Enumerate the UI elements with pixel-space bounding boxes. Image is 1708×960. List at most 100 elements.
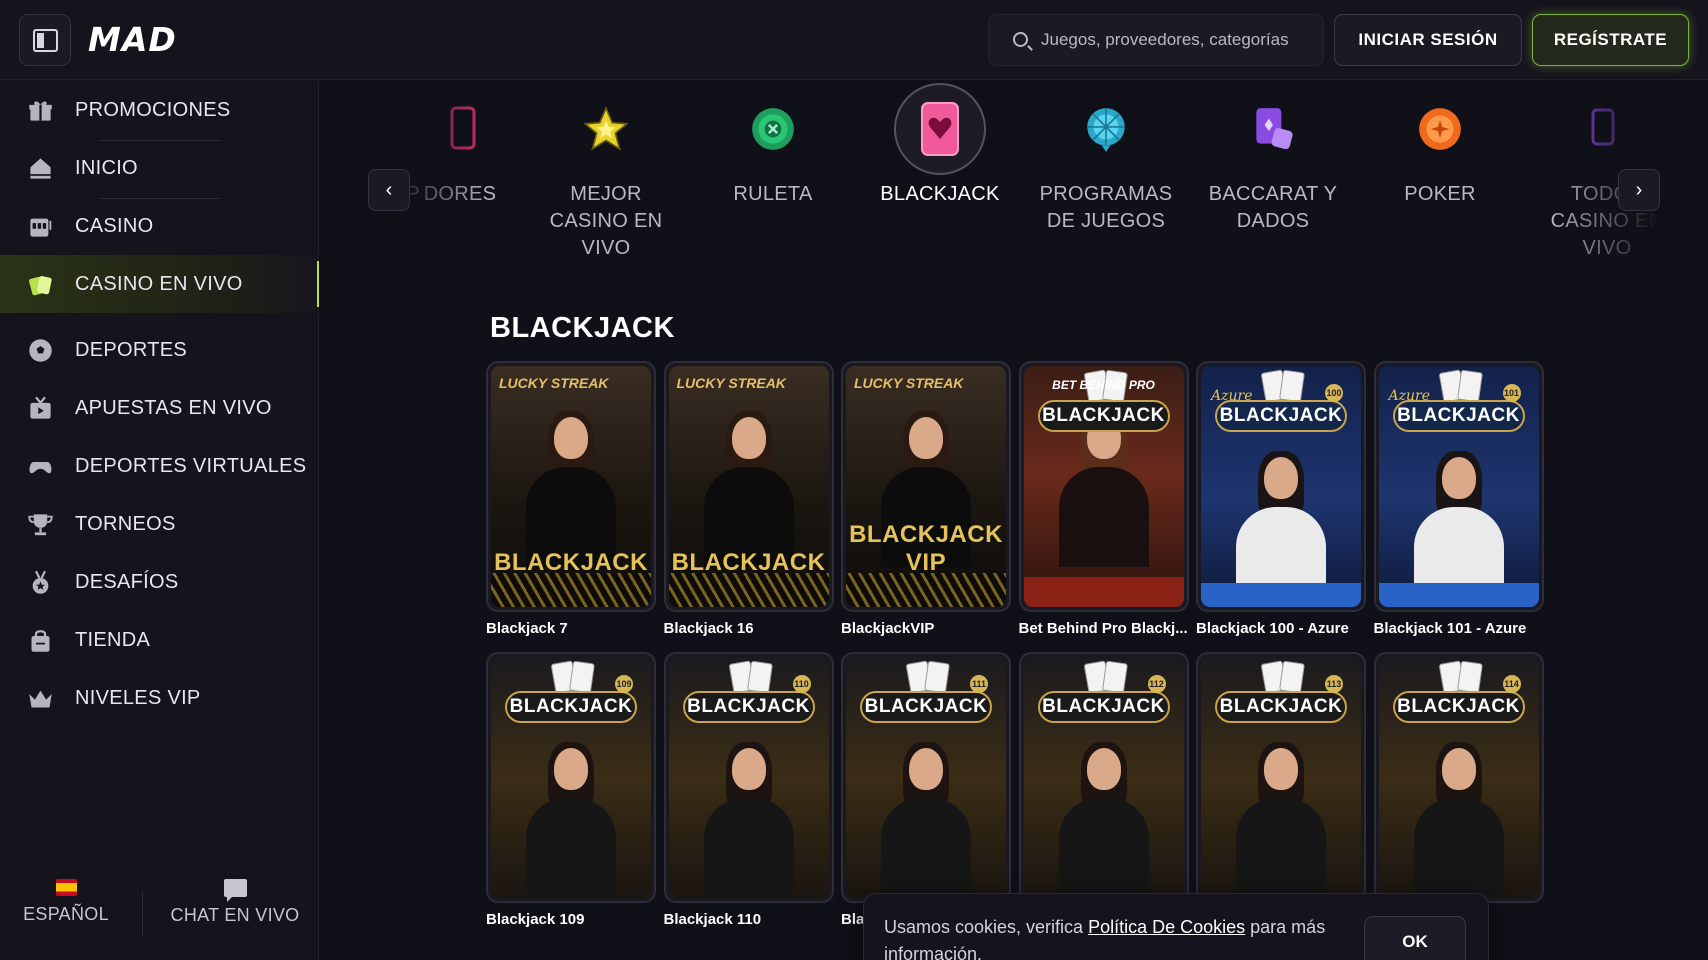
game-tile[interactable]: BLACKJACK113Blackjack 113: [1196, 652, 1366, 928]
top-bar: MAD INICIAR SESIÓN REGÍSTRATE: [0, 0, 1708, 80]
game-title[interactable]: Blackjack 7: [486, 620, 656, 637]
sidebar-item-desafios[interactable]: DESAFÍOS: [0, 553, 319, 611]
game-tile[interactable]: BLACKJACK114Blackjack 114: [1373, 652, 1544, 928]
game-tile[interactable]: LUCKY STREAK BLACKJACK Blackjack 16: [663, 361, 834, 637]
sidebar-item-torneos[interactable]: TORNEOS: [0, 495, 319, 553]
search-input[interactable]: [1041, 15, 1311, 65]
chat-bubble-icon: [223, 879, 247, 902]
cookie-ok-button[interactable]: OK: [1364, 916, 1466, 960]
sidebar-item-niveles-vip[interactable]: NIVELES VIP: [0, 669, 319, 727]
game-title[interactable]: Bet Behind Pro Blackj...: [1019, 620, 1189, 637]
game-tile[interactable]: BLACKJACK BET BEHIND PRO Bet Behind Pro Bl…: [1018, 361, 1189, 637]
game-title[interactable]: Blackjack 110: [664, 911, 834, 928]
category-mejor-casino-en-vivo[interactable]: MEJOR CASINO EN VIVO: [531, 99, 681, 262]
game-title[interactable]: Blackjack 16: [664, 620, 834, 637]
playing-cards-icon: [1259, 660, 1307, 694]
sidebar-item-label: DESAFÍOS: [75, 570, 179, 593]
game-banner: BLACKJACK: [1392, 691, 1525, 723]
game-thumbnail[interactable]: BLACKJACK 114: [1373, 652, 1544, 903]
category-baccarat-y-dados[interactable]: BACCARAT Y DADOS: [1198, 99, 1348, 235]
divider: [142, 891, 143, 936]
sidebar-item-deportes[interactable]: DEPORTES: [0, 321, 319, 379]
roulette-icon: [743, 99, 803, 159]
game-thumbnail[interactable]: BLACKJACK 113: [1196, 652, 1366, 903]
dealer-figure: [526, 411, 616, 567]
game-artwork: BLACKJACK BET BEHIND PRO: [1023, 366, 1184, 607]
game-tile[interactable]: BLACKJACK 101 Azure Blackjack 101 - Azure: [1373, 361, 1544, 637]
game-title[interactable]: Blackjack 109: [486, 911, 656, 928]
game-thumbnail[interactable]: BLACKJACK 112: [1018, 652, 1189, 903]
category-blackjack[interactable]: BLACKJACK: [865, 83, 1015, 208]
carousel-next-button[interactable]: ›: [1618, 169, 1660, 211]
game-artwork: LUCKY STREAK BLACKJACK VIP: [846, 366, 1006, 607]
sidebar-item-label: APUESTAS EN VIVO: [75, 396, 272, 419]
table-number-badge: 112: [1147, 675, 1166, 693]
sidebar-item-apuestas-en-vivo[interactable]: APUESTAS EN VIVO: [0, 379, 319, 437]
register-button[interactable]: REGÍSTRATE: [1532, 14, 1689, 66]
playing-cards-icon: [1082, 660, 1130, 694]
category-poker[interactable]: POKER: [1365, 99, 1515, 208]
table-number-badge: 101: [1502, 384, 1521, 402]
game-banner: BLACKJACK: [682, 691, 815, 723]
sidebar-toggle-button[interactable]: [19, 14, 71, 66]
sidebar-item-casino-en-vivo[interactable]: CASINO EN VIVO: [0, 255, 319, 313]
game-title[interactable]: Blackjack 100 - Azure: [1196, 620, 1366, 637]
game-tile[interactable]: BLACKJACK112Blackjack 112: [1018, 652, 1189, 928]
game-tile[interactable]: BLACKJACK 110 Blackjack 110: [663, 652, 834, 928]
game-title[interactable]: BlackjackVIP: [841, 620, 1011, 637]
category-label: BACCARAT Y DADOS: [1208, 183, 1338, 232]
game-thumbnail[interactable]: BLACKJACK 109: [486, 652, 656, 903]
sidebar-item-label: DEPORTES VIRTUALES: [75, 454, 307, 477]
live-chat-button[interactable]: CHAT EN VIVO: [168, 879, 302, 926]
game-tile[interactable]: LUCKY STREAK BLACKJACK VIP BlackjackVIP: [841, 361, 1011, 637]
sidebar-item-promociones[interactable]: PROMOCIONES: [0, 81, 319, 141]
game-tile[interactable]: BLACKJACK 100 Azure Blackjack 100 - Azure: [1196, 361, 1366, 637]
game-thumbnail[interactable]: LUCKY STREAK BLACKJACK: [663, 361, 834, 612]
game-thumbnail[interactable]: BLACKJACK BET BEHIND PRO: [1018, 361, 1189, 612]
game-artwork: BLACKJACK 114: [1378, 657, 1539, 898]
sidebar-item-inicio[interactable]: INICIO: [0, 139, 319, 199]
table-number-badge: 111: [970, 675, 988, 693]
game-thumbnail[interactable]: BLACKJACK 110: [663, 652, 834, 903]
sidebar-item-deportes-virtuales[interactable]: DEPORTES VIRTUALES: [0, 437, 319, 495]
sidebar-item-label: NIVELES VIP: [75, 686, 201, 709]
game-banner: BLACKJACK: [1037, 400, 1170, 432]
game-banner: BLACKJACK: [1392, 400, 1525, 432]
live-tv-icon: [27, 395, 54, 422]
game-thumbnail[interactable]: BLACKJACK 111: [841, 652, 1011, 903]
game-artwork: BLACKJACK 113: [1201, 657, 1361, 898]
playing-cards-icon: [904, 660, 952, 694]
category-ruleta[interactable]: RULETA: [698, 99, 848, 208]
category-carousel: P DORES MEJOR CASINO EN VIVO RULETA BLAC…: [320, 81, 1708, 291]
logo[interactable]: MAD: [88, 20, 177, 59]
game-thumbnail[interactable]: LUCKY STREAK BLACKJACK VIP: [841, 361, 1011, 612]
login-button[interactable]: INICIAR SESIÓN: [1334, 14, 1522, 66]
game-thumbnail[interactable]: BLACKJACK 100 Azure: [1196, 361, 1366, 612]
blackjack-table: [1378, 583, 1539, 607]
section-title: BLACKJACK: [490, 312, 675, 344]
language-selector[interactable]: ESPAÑOL: [22, 879, 110, 925]
game-banner: BLACKJACK: [505, 691, 637, 723]
sidebar-item-casino[interactable]: CASINO: [0, 197, 319, 255]
dealer-figure: [1236, 742, 1326, 898]
game-tile[interactable]: BLACKJACK 109 Blackjack 109: [486, 652, 656, 928]
search-bar[interactable]: [988, 14, 1324, 66]
category-programas-de-juegos[interactable]: PROGRAMAS DE JUEGOS: [1031, 99, 1181, 235]
game-title[interactable]: Blackjack 101 - Azure: [1374, 620, 1544, 637]
game-tile[interactable]: BLACKJACK111Blackjack 111: [841, 652, 1011, 928]
star-icon: [576, 99, 636, 159]
sidebar-item-tienda[interactable]: TIENDA: [0, 611, 319, 669]
table-number-badge: 110: [792, 675, 811, 693]
carousel-prev-button[interactable]: ‹: [368, 169, 410, 211]
provider-badge: LUCKY STREAK: [499, 375, 609, 391]
wheel-icon: [1076, 99, 1136, 159]
provider-badge: LUCKY STREAK: [854, 375, 964, 391]
category-label: POKER: [1404, 183, 1476, 205]
azure-label: Azure: [1211, 388, 1253, 404]
cookie-policy-link[interactable]: Política De Cookies: [1088, 917, 1245, 937]
dealer-figure: [526, 742, 616, 898]
game-thumbnail[interactable]: LUCKY STREAK BLACKJACK: [486, 361, 656, 612]
game-thumbnail[interactable]: BLACKJACK 101 Azure: [1373, 361, 1544, 612]
category-label: BLACKJACK: [880, 183, 1000, 205]
game-tile[interactable]: LUCKY STREAK BLACKJACK Blackjack 7: [486, 361, 656, 637]
